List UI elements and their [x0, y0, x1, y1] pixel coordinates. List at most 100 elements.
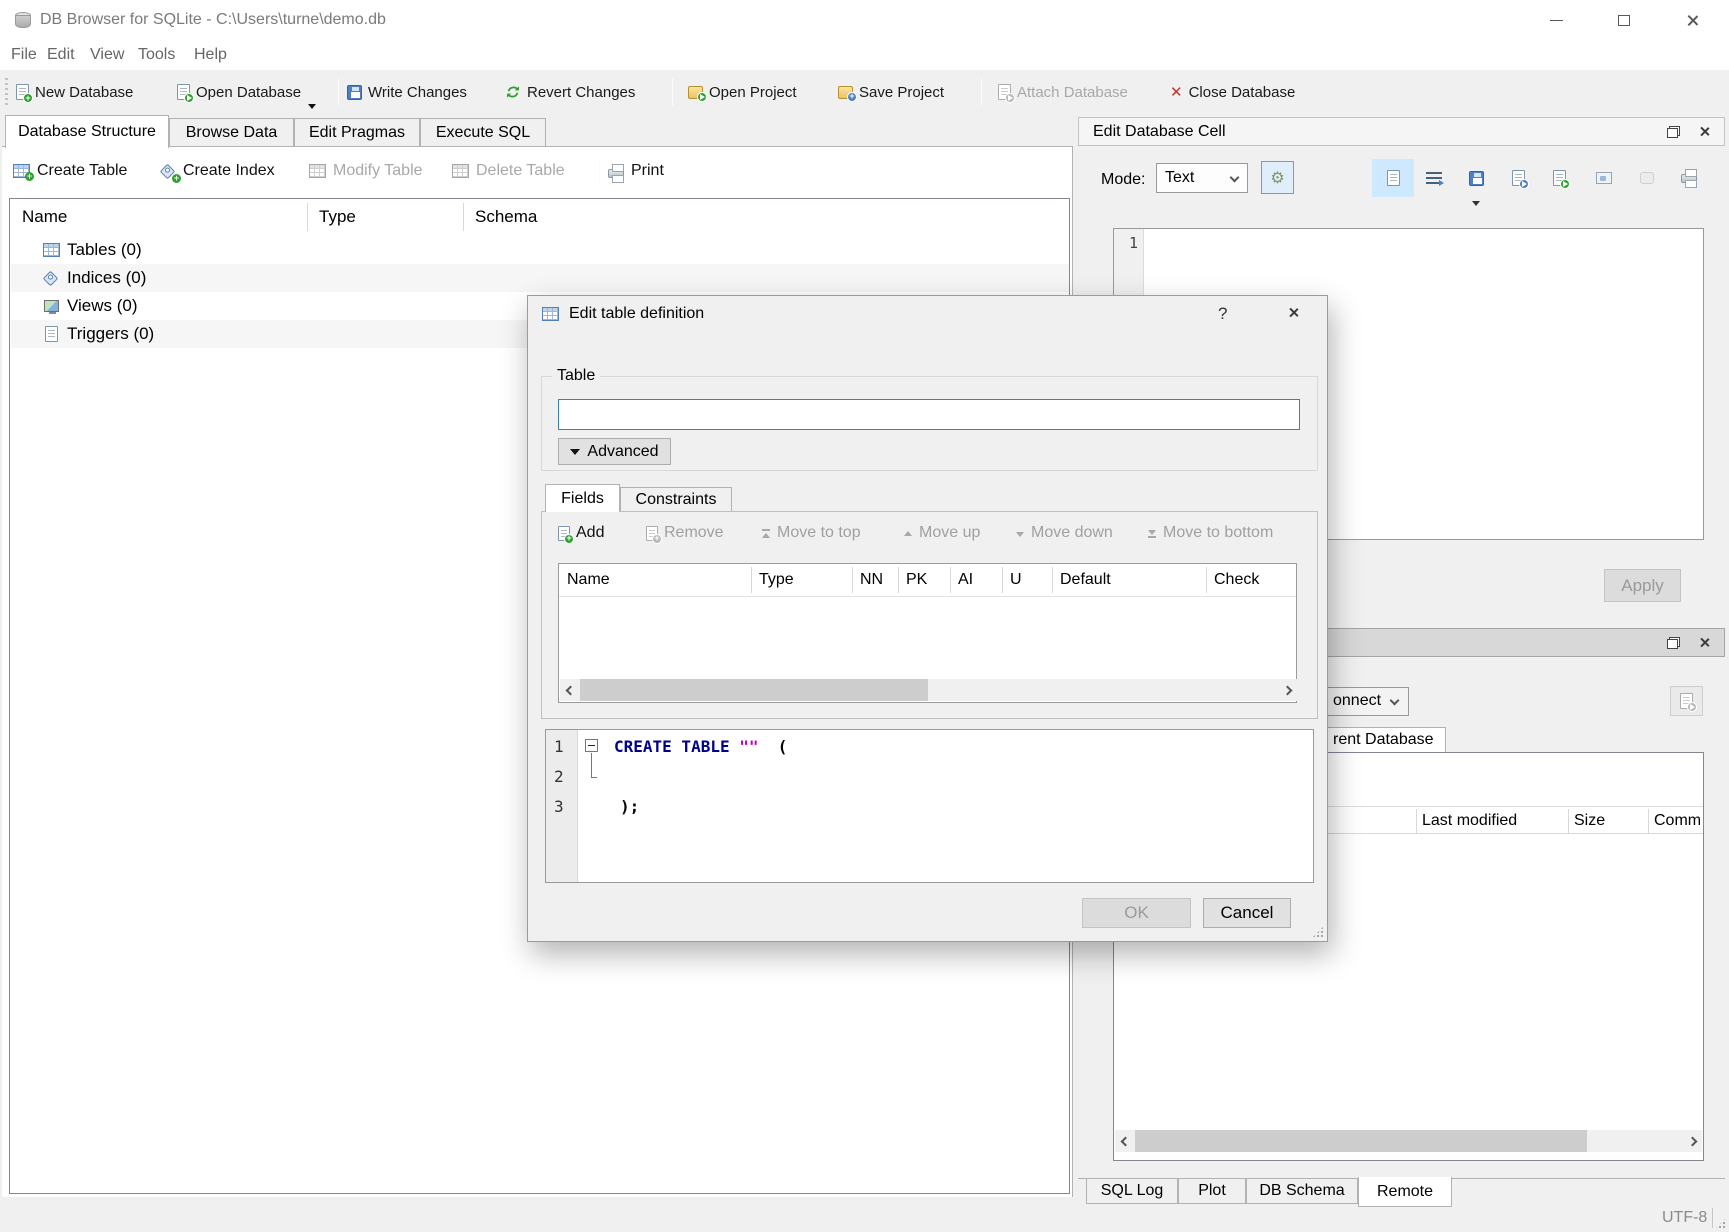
toolbar-handle[interactable] [5, 78, 8, 106]
chevron-right-icon [1687, 1136, 1697, 1146]
import-dropdown[interactable] [1472, 193, 1480, 211]
tab-browse-data[interactable]: Browse Data [169, 118, 294, 147]
menu-view[interactable]: View [84, 40, 130, 70]
dialog-resize-grip[interactable] [1312, 926, 1324, 938]
tab-execute-sql[interactable]: Execute SQL [420, 118, 546, 147]
auto-switch-mode-button[interactable] [1261, 161, 1294, 194]
dialog-close-button[interactable] [1288, 307, 1299, 318]
move-to-top-icon [761, 528, 771, 539]
sql-line-3: ); [620, 792, 639, 822]
tab-database-structure[interactable]: Database Structure [5, 115, 169, 148]
tree-column-type[interactable]: Type [319, 199, 356, 235]
open-database-button[interactable]: Open Database [177, 76, 301, 108]
grid-column-check[interactable]: Check [1214, 564, 1259, 596]
fold-guide-line [591, 753, 597, 778]
remote-identity-value: onnect [1333, 692, 1381, 710]
code-fold-icon[interactable] [585, 739, 598, 752]
maximize-button[interactable] [1593, 0, 1655, 40]
edit-table-definition-dialog: Edit table definition ? Table Advanced F… [527, 295, 1328, 942]
grid-column-ai[interactable]: AI [958, 564, 973, 596]
mode-select[interactable]: Text [1156, 163, 1248, 193]
tree-row-indices[interactable]: Indices (0) [11, 264, 1069, 292]
print-button[interactable]: Print [608, 155, 664, 187]
close-panel-icon[interactable] [1699, 637, 1710, 648]
column-commit[interactable]: Comm [1654, 807, 1701, 835]
dialog-help-button[interactable]: ? [1218, 304, 1227, 324]
tab-db-schema[interactable]: DB Schema [1246, 1178, 1358, 1204]
mode-label: Mode: [1101, 171, 1145, 189]
modify-table-button: Modify Table [309, 155, 423, 187]
menu-edit[interactable]: Edit [41, 40, 81, 70]
window-resize-grip[interactable] [1714, 1217, 1727, 1230]
tab-remote[interactable]: Remote [1358, 1177, 1452, 1207]
tree-column-name[interactable]: Name [22, 199, 67, 235]
tab-edit-pragmas[interactable]: Edit Pragmas [294, 118, 420, 147]
scrollbar-thumb[interactable] [580, 679, 928, 701]
null-icon [1640, 172, 1654, 184]
import-data-button[interactable] [1464, 166, 1488, 190]
tab-constraints[interactable]: Constraints [620, 487, 732, 512]
scroll-left-button[interactable] [1115, 1130, 1135, 1152]
save-project-button[interactable]: Save Project [838, 76, 944, 108]
edit-cell-panel-title: Edit Database Cell [1093, 123, 1226, 141]
tab-fields[interactable]: Fields [545, 484, 620, 512]
float-panel-icon[interactable] [1667, 126, 1680, 138]
schema-tree-header: Name Type Schema [10, 199, 1069, 235]
open-database-dropdown[interactable] [308, 96, 316, 114]
tree-column-schema[interactable]: Schema [475, 199, 537, 235]
add-field-button[interactable]: Add [558, 524, 604, 542]
grid-column-name[interactable]: Name [567, 564, 610, 596]
grid-column-default[interactable]: Default [1060, 564, 1111, 596]
text-mode-button[interactable] [1372, 159, 1414, 197]
table-name-input[interactable] [558, 399, 1300, 430]
index-tag-icon [43, 270, 59, 286]
move-to-bottom-button: Move to bottom [1147, 524, 1273, 542]
grid-column-type[interactable]: Type [759, 564, 794, 596]
close-button[interactable] [1661, 0, 1723, 40]
scrollbar-thumb[interactable] [1135, 1130, 1587, 1152]
dropdown-arrow-icon [1472, 201, 1480, 206]
open-external-button[interactable] [1547, 166, 1571, 190]
remote-horizontal-scrollbar[interactable] [1115, 1130, 1702, 1152]
cancel-button[interactable]: Cancel [1203, 898, 1291, 928]
menu-file[interactable]: File [5, 40, 43, 70]
scroll-left-button[interactable] [560, 679, 580, 701]
column-size[interactable]: Size [1574, 807, 1605, 835]
table-icon [43, 243, 60, 257]
scroll-right-button[interactable] [1682, 1130, 1702, 1152]
export-data-button[interactable] [1506, 166, 1530, 190]
create-index-button[interactable]: Create Index [160, 155, 275, 187]
write-changes-button[interactable]: Write Changes [347, 76, 467, 108]
remote-push-button [1670, 686, 1703, 716]
word-wrap-button[interactable] [1422, 166, 1446, 190]
tab-sql-log[interactable]: SQL Log [1086, 1178, 1178, 1204]
open-project-button[interactable]: Open Project [688, 76, 797, 108]
print-cell-button[interactable] [1677, 164, 1701, 188]
float-panel-icon[interactable] [1667, 637, 1680, 649]
ok-button: OK [1082, 898, 1191, 928]
create-table-button[interactable]: Create Table [13, 155, 127, 187]
minimize-button[interactable] [1525, 0, 1587, 40]
revert-changes-button[interactable]: Revert Changes [505, 76, 635, 108]
advanced-toggle-button[interactable]: Advanced [558, 438, 671, 465]
toolbar-separator [338, 78, 339, 106]
new-database-button[interactable]: New Database [16, 76, 133, 108]
grid-horizontal-scrollbar[interactable] [560, 679, 1297, 701]
close-panel-icon[interactable] [1699, 126, 1710, 137]
tree-row-tables[interactable]: Tables (0) [11, 236, 1069, 264]
tab-plot[interactable]: Plot [1178, 1178, 1246, 1204]
grid-column-u[interactable]: U [1010, 564, 1022, 596]
current-database-tab-label: rent Database [1333, 731, 1434, 749]
chevron-right-icon [1282, 685, 1292, 695]
grid-column-pk[interactable]: PK [906, 564, 927, 596]
close-database-button[interactable]: Close Database [1170, 76, 1295, 108]
menu-help[interactable]: Help [188, 40, 233, 70]
grid-column-nn[interactable]: NN [860, 564, 883, 596]
copy-link-button[interactable] [1592, 166, 1616, 190]
dialog-titlebar: Edit table definition ? [528, 296, 1327, 332]
menu-tools[interactable]: Tools [132, 40, 181, 70]
app-window: DB Browser for SQLite - C:\Users\turne\d… [0, 0, 1729, 1232]
create-index-icon [160, 163, 176, 179]
column-last-modified[interactable]: Last modified [1422, 807, 1517, 835]
scroll-right-button[interactable] [1277, 679, 1297, 701]
